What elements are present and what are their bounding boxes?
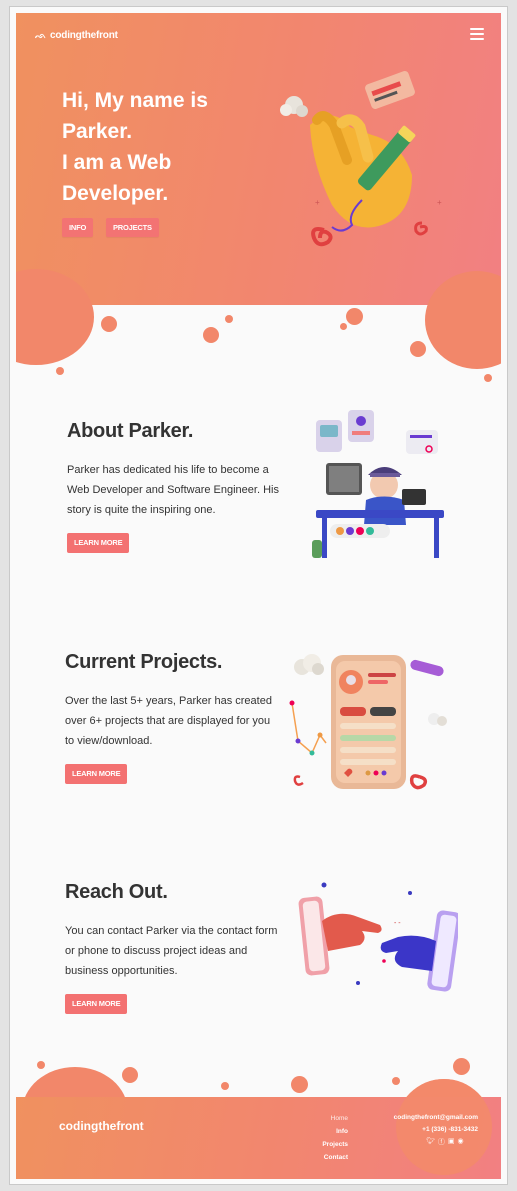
contact-body: You can contact Parker via the contact f… xyxy=(65,925,278,977)
mobile-app-illustration xyxy=(289,654,447,790)
hero-section: ᨒ codingthefront Hi, My name is Parker. … xyxy=(16,13,501,305)
linkedin-icon[interactable]: ▣ xyxy=(448,1137,455,1147)
facebook-icon[interactable]: ⓕ xyxy=(438,1137,445,1147)
footer-nav-info[interactable]: Info xyxy=(316,1125,348,1138)
hand-pencil-illustration: + + xyxy=(280,71,442,247)
footer-nav-contact[interactable]: Contact xyxy=(316,1151,348,1164)
about-body: Parker has dedicated his life to become … xyxy=(67,464,279,516)
info-button[interactable]: INFO xyxy=(62,218,94,237)
social-icons: 🐦︎ ⓕ ▣ ◉ xyxy=(426,1137,464,1147)
decor-dot xyxy=(221,1082,229,1090)
decor-dot xyxy=(203,327,219,343)
footer-nav-projects[interactable]: Projects xyxy=(316,1138,348,1151)
developer-desk-illustration xyxy=(312,410,444,558)
page: ᨒ codingthefront Hi, My name is Parker. … xyxy=(16,13,501,1179)
decor-dot xyxy=(225,315,233,323)
twitter-icon[interactable]: 🐦︎ xyxy=(426,1137,435,1147)
logo-glyph-icon: ᨒ xyxy=(35,30,47,40)
decor-dot xyxy=(484,374,492,382)
decor-dot xyxy=(410,341,426,357)
hero-line-4: Developer. xyxy=(62,182,169,205)
hero-line-3: I am a Web xyxy=(62,151,172,174)
brand-name: codingthefront xyxy=(50,30,118,41)
decor-dot xyxy=(122,1067,138,1083)
projects-learn-more-button[interactable]: LEARN MORE xyxy=(65,764,128,784)
footer: codingthefront Home Info Projects Contac… xyxy=(16,1079,501,1179)
decor-dot xyxy=(37,1061,45,1069)
svg-text:+: + xyxy=(437,198,442,207)
svg-text:+: + xyxy=(315,198,320,207)
decor-dot xyxy=(291,1076,308,1093)
footer-email[interactable]: codingthefront@gmail.com xyxy=(376,1112,478,1124)
decor-dot xyxy=(453,1058,470,1075)
footer-contact: codingthefront@gmail.com +1 (336) -831-3… xyxy=(376,1112,478,1136)
svg-text:- -: - - xyxy=(394,920,401,927)
decor-dot xyxy=(346,308,363,325)
decor-dot xyxy=(392,1077,400,1085)
footer-logo[interactable]: codingthefront xyxy=(59,1119,144,1133)
decor-dot xyxy=(101,316,117,332)
brand-logo[interactable]: ᨒ codingthefront xyxy=(35,30,118,41)
handshake-illustration: - - xyxy=(298,882,458,992)
hero-line-1: Hi, My name is xyxy=(62,89,208,112)
decor-dot xyxy=(340,323,347,330)
decor-dot xyxy=(56,367,64,375)
projects-button[interactable]: PROJECTS xyxy=(106,218,159,237)
footer-nav: Home Info Projects Contact xyxy=(316,1112,348,1164)
github-icon[interactable]: ◉ xyxy=(458,1137,464,1147)
about-learn-more-button[interactable]: LEARN MORE xyxy=(67,533,130,553)
footer-nav-home[interactable]: Home xyxy=(316,1112,348,1125)
hero-heading: Hi, My name is Parker. I am a Web Develo… xyxy=(62,85,282,209)
hero-line-2: Parker. xyxy=(62,120,133,143)
contact-title: Reach Out. xyxy=(65,881,168,903)
projects-body: Over the last 5+ years, Parker has creat… xyxy=(65,695,272,747)
contact-learn-more-button[interactable]: LEARN MORE xyxy=(65,994,128,1014)
about-title: About Parker. xyxy=(67,420,194,442)
projects-title: Current Projects. xyxy=(65,651,223,673)
footer-phone[interactable]: +1 (336) -831-3432 xyxy=(376,1124,478,1136)
hamburger-menu-icon[interactable] xyxy=(470,28,484,42)
